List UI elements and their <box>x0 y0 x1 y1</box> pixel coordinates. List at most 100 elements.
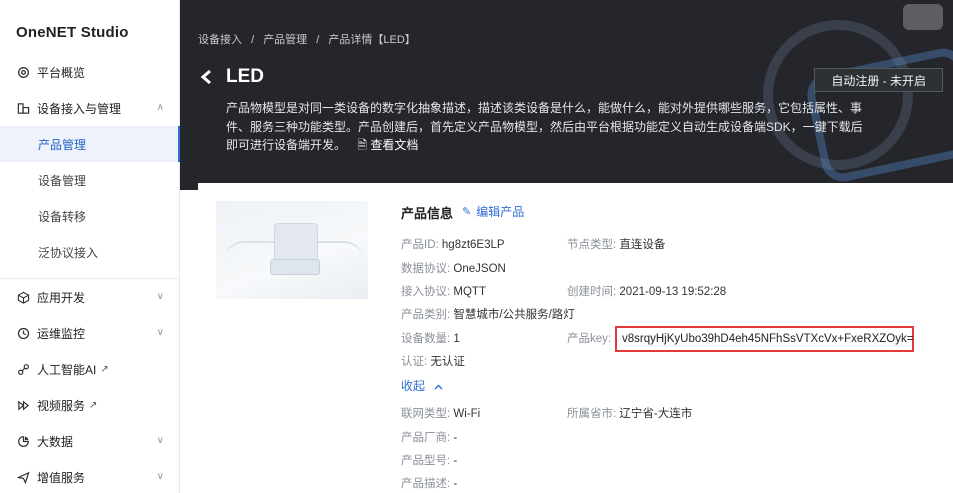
sidebar-item-value-added[interactable]: 增值服务 ∨ <box>0 459 180 493</box>
field-node-type: 节点类型: 直连设备 <box>567 236 665 252</box>
brand-logo: OneNET Studio <box>16 24 129 41</box>
video-icon <box>16 398 30 412</box>
chevron-up-icon <box>434 379 443 393</box>
field-model: 产品型号: - <box>401 452 457 468</box>
field-value: 智慧城市/公共服务/路灯 <box>453 309 575 321</box>
field-value: Wi-Fi <box>453 408 481 420</box>
chevron-down-icon: ∨ <box>156 471 164 482</box>
field-value: - <box>453 455 458 467</box>
breadcrumb-separator: / <box>251 34 255 46</box>
field-label: 接入协议: <box>401 286 451 298</box>
back-arrow-icon[interactable] <box>198 68 216 86</box>
field-value: 辽宁省-大连市 <box>619 408 693 420</box>
sidebar-item-label: 视频服务 <box>37 398 86 413</box>
sidebar-item-label: 大数据 <box>37 434 74 449</box>
field-label: 创建时间: <box>567 286 617 298</box>
chevron-up-icon: ∧ <box>156 102 164 113</box>
sidebar-item-label: 运维监控 <box>37 326 86 341</box>
field-device-count: 设备数量: 1 <box>401 330 460 346</box>
clock-icon <box>16 326 30 340</box>
field-value: MQTT <box>453 286 486 298</box>
external-link-icon: ↗ <box>100 363 109 375</box>
field-label: 所属省市: <box>567 408 617 420</box>
field-label: 认证: <box>401 356 428 368</box>
field-label: 节点类型: <box>567 239 617 251</box>
field-value: 无认证 <box>430 356 465 368</box>
edit-product-button[interactable]: ✎ 编辑产品 <box>462 203 524 220</box>
sidebar-subitem-device-mgmt[interactable]: 设备管理 <box>0 162 180 198</box>
ai-icon <box>16 362 30 376</box>
sidebar-item-overview[interactable]: 平台概览 <box>0 54 180 90</box>
field-value: - <box>453 432 458 444</box>
field-vendor: 产品厂商: - <box>401 429 457 445</box>
product-info-card: 产品信息 ✎ 编辑产品 产品ID: hg8zt6E3LP 节点类型: 直连设备 … <box>198 183 953 493</box>
breadcrumb-item-device-access[interactable]: 设备接入 <box>198 34 242 46</box>
chevron-down-icon: ∨ <box>156 327 164 338</box>
gear-icon <box>16 65 30 79</box>
sidebar-item-label: 人工智能AI <box>37 362 97 377</box>
product-key-value[interactable]: v8srqyHjKyUbo39hD4eh45NFhSsVTXcVx+FxeRXZ… <box>615 326 914 352</box>
decorative-device <box>903 4 943 30</box>
send-icon <box>16 470 30 484</box>
bigdata-icon <box>16 434 30 448</box>
field-label: 产品型号: <box>401 455 451 467</box>
device-icon <box>16 101 30 115</box>
field-label: 产品厂商: <box>401 432 451 444</box>
sidebar-item-label: 平台概览 <box>37 65 86 80</box>
field-value: OneJSON <box>453 263 506 275</box>
sidebar-item-bigdata[interactable]: 大数据 ∨ <box>0 423 180 459</box>
field-value: 1 <box>453 333 460 345</box>
field-data-protocol: 数据协议: OneJSON <box>401 260 506 276</box>
field-region: 所属省市: 辽宁省-大连市 <box>567 405 692 421</box>
document-icon: 🗎 <box>357 138 368 152</box>
section-title: 产品信息 <box>401 206 454 221</box>
breadcrumb-item-current: 产品详情【LED】 <box>328 34 416 46</box>
sidebar-subitem-device-transfer[interactable]: 设备转移 <box>0 198 180 234</box>
auto-register-button[interactable]: 自动注册 - 未开启 <box>814 68 943 92</box>
sidebar-item-ops-monitor[interactable]: 运维监控 ∨ <box>0 315 180 351</box>
page-header: 设备接入 / 产品管理 / 产品详情【LED】 LED 产品物模型是对同一类设备… <box>180 0 953 190</box>
description-text: 产品物模型是对同一类设备的数字化抽象描述，描述该类设备是什么，能做什么，能对外提… <box>226 101 863 152</box>
sidebar-item-device-access[interactable]: 设备接入与管理 ∧ <box>0 90 180 126</box>
chevron-down-icon: ∨ <box>156 435 164 446</box>
field-access-protocol: 接入协议: MQTT <box>401 283 486 299</box>
sidebar-item-app-dev[interactable]: 应用开发 ∨ <box>0 279 180 315</box>
product-image-device <box>274 223 318 263</box>
cube-icon <box>16 290 30 304</box>
field-category: 产品类别: 智慧城市/公共服务/路灯 <box>401 306 575 322</box>
field-network-type: 联网类型: Wi-Fi <box>401 405 480 421</box>
field-value: 直连设备 <box>619 239 666 251</box>
field-auth: 认证: 无认证 <box>401 353 465 369</box>
field-description: 产品描述: - <box>401 475 457 491</box>
sidebar-item-label: 设备接入与管理 <box>37 101 122 116</box>
view-docs-link[interactable]: 🗎 查看文档 <box>357 138 418 152</box>
edit-icon: ✎ <box>462 206 472 218</box>
sidebar: OneNET Studio 平台概览 设备接入与管理 ∧ 产品管理 设备管理 设… <box>0 0 180 493</box>
breadcrumb-item-product-mgmt[interactable]: 产品管理 <box>263 34 307 46</box>
sidebar-subitem-generic-protocol[interactable]: 泛协议接入 <box>0 234 180 270</box>
field-label: 设备数量: <box>401 333 451 345</box>
collapse-label: 收起 <box>401 379 426 393</box>
sidebar-item-video[interactable]: 视频服务 ↗ <box>0 387 180 423</box>
field-value: 2021-09-13 19:52:28 <box>619 286 727 298</box>
breadcrumb: 设备接入 / 产品管理 / 产品详情【LED】 <box>198 31 422 47</box>
field-created-time: 创建时间: 2021-09-13 19:52:28 <box>567 283 726 299</box>
field-label: 产品key: <box>567 333 612 345</box>
chevron-down-icon: ∨ <box>156 291 164 302</box>
view-docs-label: 查看文档 <box>370 138 419 152</box>
field-label: 产品类别: <box>401 309 451 321</box>
sidebar-item-label: 应用开发 <box>37 290 86 305</box>
field-product-key-label: 产品key: <box>567 330 611 346</box>
title-row: LED <box>198 66 264 88</box>
collapse-toggle[interactable]: 收起 <box>401 377 443 394</box>
sidebar-item-ai[interactable]: 人工智能AI ↗ <box>0 351 180 387</box>
breadcrumb-separator: / <box>316 34 320 46</box>
field-value: - <box>453 478 458 490</box>
edit-product-label: 编辑产品 <box>476 205 525 219</box>
product-image <box>216 201 368 299</box>
sidebar-subitem-product-mgmt[interactable]: 产品管理 <box>0 126 180 162</box>
field-value: hg8zt6E3LP <box>441 239 505 251</box>
field-product-id: 产品ID: hg8zt6E3LP <box>401 236 505 252</box>
field-label: 产品ID: <box>401 239 439 251</box>
field-label: 联网类型: <box>401 408 451 420</box>
